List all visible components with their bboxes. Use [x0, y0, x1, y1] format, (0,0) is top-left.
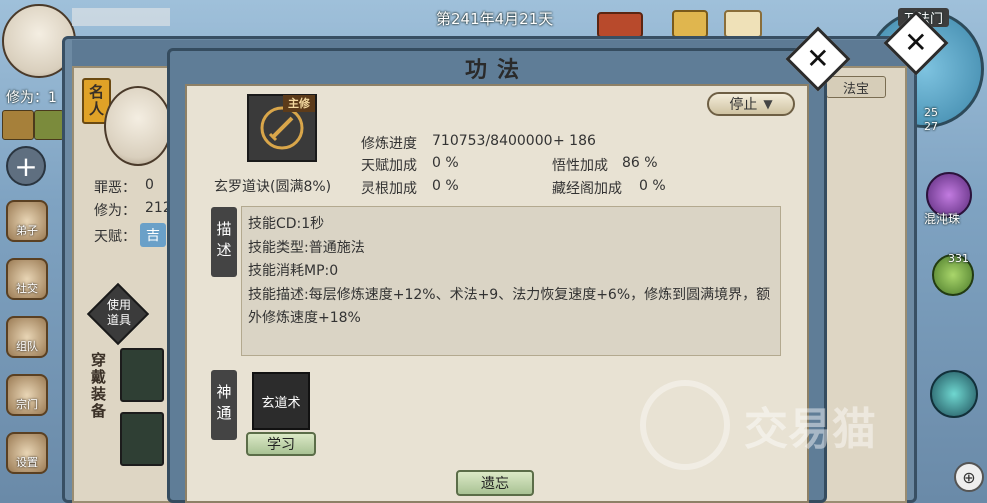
equip-slot-armor[interactable]: [120, 348, 164, 402]
talent-label: 天赋：: [94, 229, 136, 245]
progress-value: 710753/8400000: [432, 133, 553, 149]
forget-button[interactable]: 遗忘: [456, 470, 534, 496]
nav-settings[interactable]: 设置: [6, 432, 48, 474]
talent-bonus-value: 0 %: [432, 155, 459, 171]
desc-line-mp: 技能消耗MP:0: [248, 263, 339, 279]
talent-bonus-label: 天赋加成: [361, 158, 417, 174]
gift-icon[interactable]: [672, 10, 708, 38]
description-box: 技能CD:1秒 技能类型:普通施法 技能消耗MP:0 技能描述:每层修炼速度+1…: [241, 206, 781, 356]
main-cultivation-tag: 主修: [283, 95, 315, 112]
treasure-chest-icon[interactable]: [597, 12, 643, 38]
character-portrait: [104, 86, 172, 166]
learn-button-label: 学习: [267, 437, 295, 453]
stop-button-label: 停止: [729, 97, 758, 113]
shentong-label: 神通: [211, 370, 237, 440]
desc-line-effect: 技能描述:每层修炼速度+12%、术法+9、法力恢复速度+6%，修炼到圆满境界，额…: [248, 286, 771, 327]
description-label: 描述: [211, 207, 237, 277]
equip-slot-helmet[interactable]: [120, 412, 164, 466]
map-number-1: 25: [924, 106, 938, 119]
progress-bonus: + 186: [553, 133, 596, 149]
game-date: 第241年4月21天: [436, 10, 554, 28]
buff-icon-1[interactable]: [2, 110, 34, 140]
talent-value[interactable]: 吉: [140, 223, 166, 247]
learn-button[interactable]: 学习: [246, 432, 316, 456]
library-bonus-value: 0 %: [639, 178, 666, 194]
shentong-skill-name: 玄道术: [261, 395, 301, 411]
forget-button-label: 遗忘: [481, 476, 509, 492]
sin-value: 0: [145, 177, 154, 193]
close-icon: ✕: [806, 42, 830, 75]
player-cultivation: 修为：1: [6, 90, 57, 106]
nav-sect[interactable]: 宗门: [6, 374, 48, 416]
nav-social[interactable]: 社交: [6, 258, 48, 300]
nav-team[interactable]: 组队: [6, 316, 48, 358]
close-icon: ✕: [904, 26, 928, 59]
desc-line-type: 技能类型:普通施法: [248, 239, 365, 256]
comprehension-label: 悟性加成: [552, 158, 608, 174]
skill-name: 玄罗道诀(圆满8%): [214, 179, 332, 195]
nav-disciple[interactable]: 弟子: [6, 200, 48, 242]
nav-disciple-label: 弟子: [16, 224, 38, 237]
add-button[interactable]: +: [6, 146, 46, 186]
cat-logo-icon: [640, 380, 730, 470]
character-cultivation-label: 修为：: [94, 203, 136, 219]
nav-social-label: 社交: [16, 282, 38, 295]
equip-label: 穿戴装备: [89, 352, 107, 420]
spirit-orb-count: 331: [948, 252, 969, 265]
comprehension-value: 86 %: [622, 155, 658, 171]
root-bonus-value: 0 %: [432, 178, 459, 194]
dialog-title: 功法: [464, 57, 529, 83]
chaos-orb-label: 混沌珠: [924, 212, 961, 226]
sin-label: 罪恶：: [94, 180, 136, 196]
library-bonus-label: 藏经阁加成: [552, 181, 622, 197]
watermark: 交易猫: [640, 380, 970, 470]
map-number-2: 27: [924, 120, 938, 133]
fabao-tab[interactable]: 法宝: [826, 76, 886, 98]
root-bonus-label: 灵根加成: [361, 181, 417, 197]
nav-sect-label: 宗门: [16, 398, 38, 411]
nav-settings-label: 设置: [16, 456, 38, 469]
stop-button[interactable]: 停止 ▼: [707, 92, 795, 116]
desc-line-cd: 技能CD:1秒: [248, 216, 325, 232]
shentong-skill-slot[interactable]: 玄道术: [252, 372, 310, 430]
buff-icon-2[interactable]: [34, 110, 64, 140]
progress-label: 修炼进度: [361, 136, 417, 152]
watermark-text: 交易猫: [744, 404, 876, 455]
blurred-player-name: [72, 8, 170, 26]
use-item-label: 使用道具: [106, 298, 131, 327]
chevron-down-icon: ▼: [763, 97, 773, 111]
nav-team-label: 组队: [16, 340, 38, 353]
scroll-icon[interactable]: [724, 10, 762, 38]
